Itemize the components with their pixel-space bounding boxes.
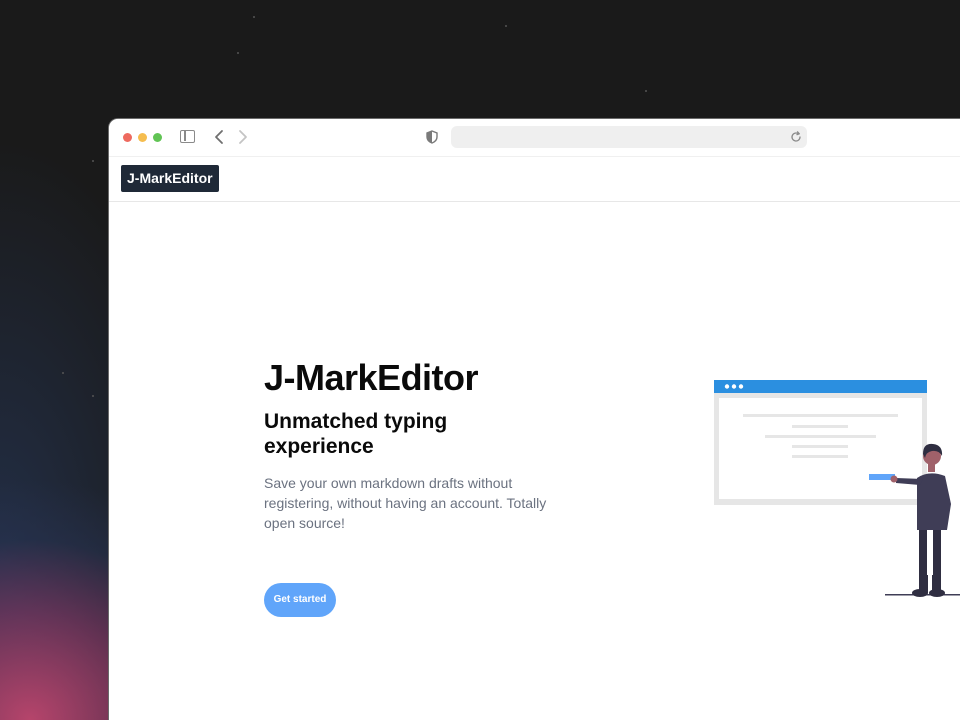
- reload-icon[interactable]: [789, 130, 803, 144]
- close-window-button[interactable]: [123, 133, 132, 142]
- background-star: [92, 160, 94, 162]
- minimize-window-button[interactable]: [138, 133, 147, 142]
- address-bar[interactable]: [451, 126, 807, 148]
- app-logo[interactable]: J-MarkEditor: [121, 165, 219, 192]
- background-star: [645, 90, 647, 92]
- browser-toolbar: [109, 119, 960, 157]
- back-arrow-icon[interactable]: [211, 128, 227, 146]
- zoom-window-button[interactable]: [153, 133, 162, 142]
- get-started-button[interactable]: Get started: [264, 583, 336, 617]
- sidebar-toggle-icon[interactable]: [180, 130, 195, 143]
- background-star: [92, 395, 94, 397]
- background-star: [237, 52, 239, 54]
- background-star: [62, 372, 64, 374]
- hero-description: Save your own markdown drafts without re…: [264, 475, 547, 531]
- background-star: [505, 25, 507, 27]
- hero-title: J-MarkEditor: [264, 357, 479, 398]
- shield-icon[interactable]: [426, 130, 438, 144]
- background-star: [253, 16, 255, 18]
- person-presenting-illustration: [713, 380, 960, 602]
- hero-subtitle: Unmatched typing experience: [264, 410, 448, 458]
- browser-window: J-MarkEditor J-MarkEditor Unmatched typi…: [108, 118, 960, 720]
- app-navbar: J-MarkEditor: [109, 157, 960, 202]
- forward-arrow-icon[interactable]: [235, 128, 251, 146]
